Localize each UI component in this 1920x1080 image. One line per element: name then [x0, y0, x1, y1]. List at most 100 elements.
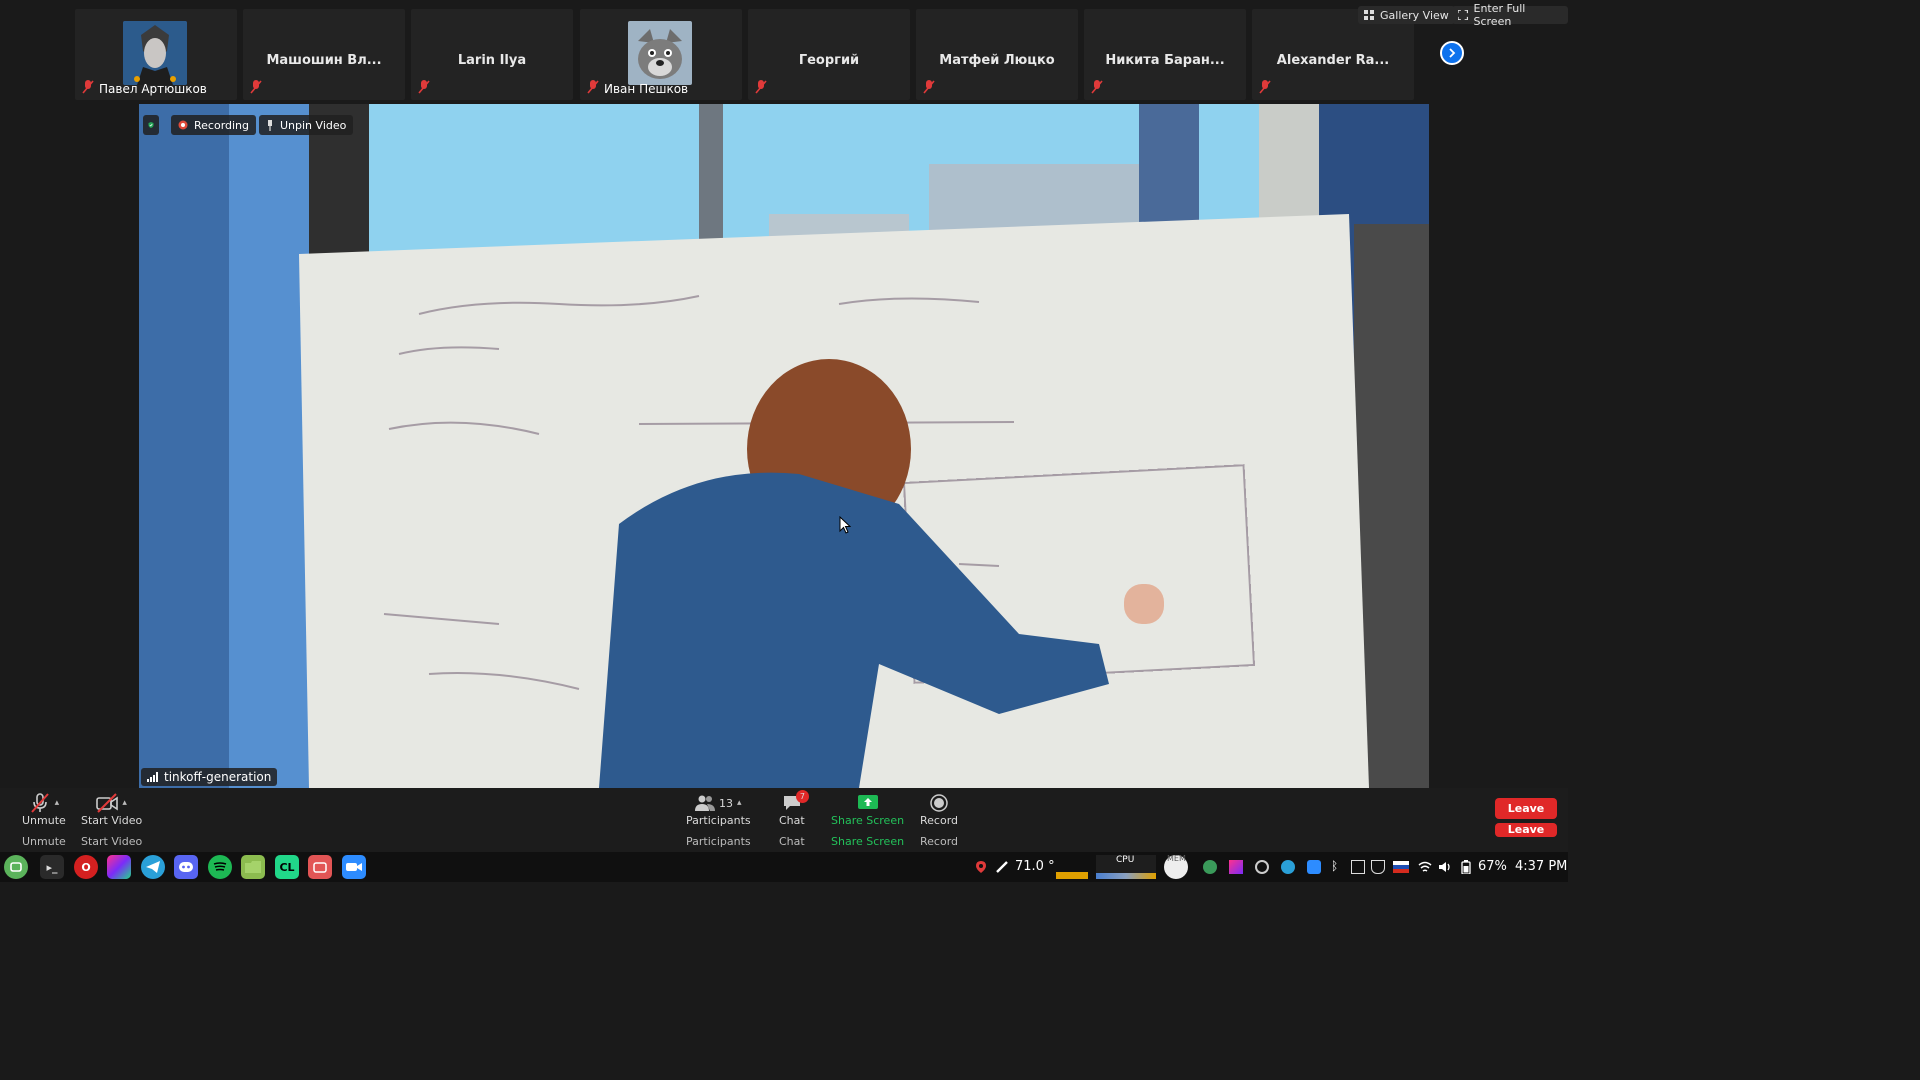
speaker-name: tinkoff-generation [164, 770, 272, 784]
opera-browser-icon[interactable]: O [74, 855, 98, 879]
participant-tile[interactable]: Иван Пешков [580, 9, 742, 100]
participants-label: Participants [686, 814, 751, 827]
grid-icon [1364, 10, 1374, 20]
participant-name: Larin Ilya [457, 53, 527, 68]
terminal-icon[interactable]: ▸_ [40, 855, 64, 879]
battery-percent: 67% [1478, 859, 1507, 874]
start-video-label-echo: Start Video [81, 835, 143, 848]
encryption-badge[interactable] [143, 115, 159, 135]
chevron-up-icon[interactable]: ▴ [122, 798, 127, 808]
fullscreen-icon [1458, 10, 1468, 20]
clipboard-icon[interactable] [1351, 860, 1365, 874]
temperature-readout: 71.0 ° [1015, 859, 1055, 874]
participant-tile[interactable]: Георгий [748, 9, 910, 100]
volume-icon[interactable] [1438, 860, 1452, 874]
leave-button-echo: Leave [1495, 823, 1557, 837]
participant-tile[interactable]: Larin Ilya [411, 9, 573, 100]
location-pin-icon[interactable] [974, 860, 988, 874]
chevron-up-icon[interactable]: ▴ [737, 798, 742, 808]
record-dot-icon [178, 120, 188, 130]
memory-gauge: MEM [1164, 854, 1188, 879]
mic-muted-icon [587, 80, 599, 94]
enter-full-screen-label: Enter Full Screen [1473, 2, 1526, 28]
clion-icon[interactable]: CL [275, 855, 299, 879]
app-red-icon[interactable] [308, 855, 332, 879]
mic-muted-icon [755, 80, 767, 94]
mic-muted-icon [30, 793, 49, 813]
pin-icon [268, 119, 272, 131]
share-screen-button[interactable]: Share Screen Share Screen [831, 792, 904, 848]
participant-name: Георгий [798, 53, 860, 68]
recording-label: Recording [194, 118, 250, 132]
chat-label-echo: Chat [779, 835, 805, 848]
wifi-icon[interactable] [1418, 860, 1432, 874]
speaker-name-label: tinkoff-generation [141, 768, 278, 786]
chat-label: Chat [779, 814, 805, 827]
spotify-icon[interactable] [208, 855, 232, 879]
unpin-video-button[interactable]: Unpin Video [259, 115, 354, 135]
chat-unread-badge: 7 [795, 790, 809, 803]
record-button[interactable]: Record Record [920, 792, 958, 848]
gallery-view-button[interactable]: Gallery View [1358, 6, 1455, 24]
enter-full-screen-button[interactable]: Enter Full Screen [1452, 2, 1568, 28]
participants-button[interactable]: 13 ▴ Participants Participants [686, 792, 751, 848]
obs-icon[interactable] [1255, 860, 1269, 874]
wolf-avatar [628, 21, 692, 85]
app-tray-icon[interactable] [1203, 860, 1217, 874]
participant-name: Alexander Ra... [1276, 53, 1390, 68]
jetbrains-icon[interactable] [107, 855, 131, 879]
leave-button[interactable]: Leave [1495, 798, 1557, 819]
record-label: Record [920, 814, 959, 827]
gallery-view-label: Gallery View [1380, 8, 1449, 22]
zoom-tray-icon[interactable] [1307, 860, 1321, 874]
mic-muted-icon [418, 80, 430, 94]
participant-tile[interactable]: Матфей Люцко [916, 9, 1078, 100]
chevron-up-icon[interactable]: ▴ [55, 798, 60, 808]
cpu-graph: CPU [1096, 855, 1156, 879]
record-label-echo: Record [920, 835, 959, 848]
start-video-button[interactable]: ▴ Start Video Start Video [81, 792, 142, 848]
next-page-button[interactable] [1440, 41, 1464, 65]
participant-strip: Павел Артюшков Машошин Вл... Larin Ilya [0, 0, 1568, 104]
meeting-toolbar: ▴ Unmute Unmute ▴ Start Video Start Vide… [0, 788, 1568, 852]
active-speaker-video[interactable]: Recording Unpin Video tinkoff-generation [139, 104, 1429, 788]
share-screen-label: Share Screen [831, 814, 905, 827]
jetbrains-toolbox-icon[interactable] [1229, 860, 1243, 874]
zoom-icon[interactable] [342, 855, 366, 879]
telegram-icon[interactable] [141, 855, 165, 879]
chat-button[interactable]: 7 Chat Chat [779, 790, 809, 848]
mic-muted-icon [250, 80, 262, 94]
record-icon [930, 794, 948, 812]
participant-name: Матфей Люцко [939, 53, 1055, 68]
mic-muted-icon [82, 80, 94, 94]
mic-muted-icon [1259, 80, 1271, 94]
unmute-button[interactable]: ▴ Unmute Unmute [22, 792, 66, 848]
participants-count: 13 [719, 796, 734, 810]
thermometer-icon [996, 861, 1008, 873]
chevron-right-icon [1449, 48, 1456, 58]
unpin-video-label: Unpin Video [280, 118, 347, 132]
battery-icon[interactable] [1461, 860, 1471, 874]
mouse-cursor-icon [839, 516, 851, 534]
participant-name: Машошин Вл... [266, 53, 382, 68]
file-manager-icon[interactable] [241, 855, 265, 879]
participant-name: Павел Артюшков [99, 82, 207, 96]
clock[interactable]: 4:37 PM [1515, 859, 1567, 874]
signal-bars-icon [147, 772, 158, 782]
people-icon [695, 795, 716, 811]
recording-indicator[interactable]: Recording [171, 115, 257, 135]
telegram-tray-icon[interactable] [1281, 860, 1295, 874]
participant-tile[interactable]: Машошин Вл... [243, 9, 405, 100]
mem-label: MEM [1167, 854, 1186, 863]
russian-flag-icon[interactable] [1393, 860, 1409, 874]
participant-tile[interactable]: Павел Артюшков [75, 9, 237, 100]
mic-muted-icon [923, 80, 935, 94]
shield-check-icon [148, 122, 154, 128]
mic-muted-icon [1091, 80, 1103, 94]
discord-icon[interactable] [174, 855, 198, 879]
participant-tile[interactable]: Никита Баран... [1084, 9, 1246, 100]
mint-menu-icon[interactable] [4, 855, 28, 879]
bluetooth-icon[interactable]: ᛒ [1331, 859, 1345, 873]
share-screen-label-echo: Share Screen [831, 835, 905, 848]
shield-icon[interactable] [1371, 860, 1385, 874]
